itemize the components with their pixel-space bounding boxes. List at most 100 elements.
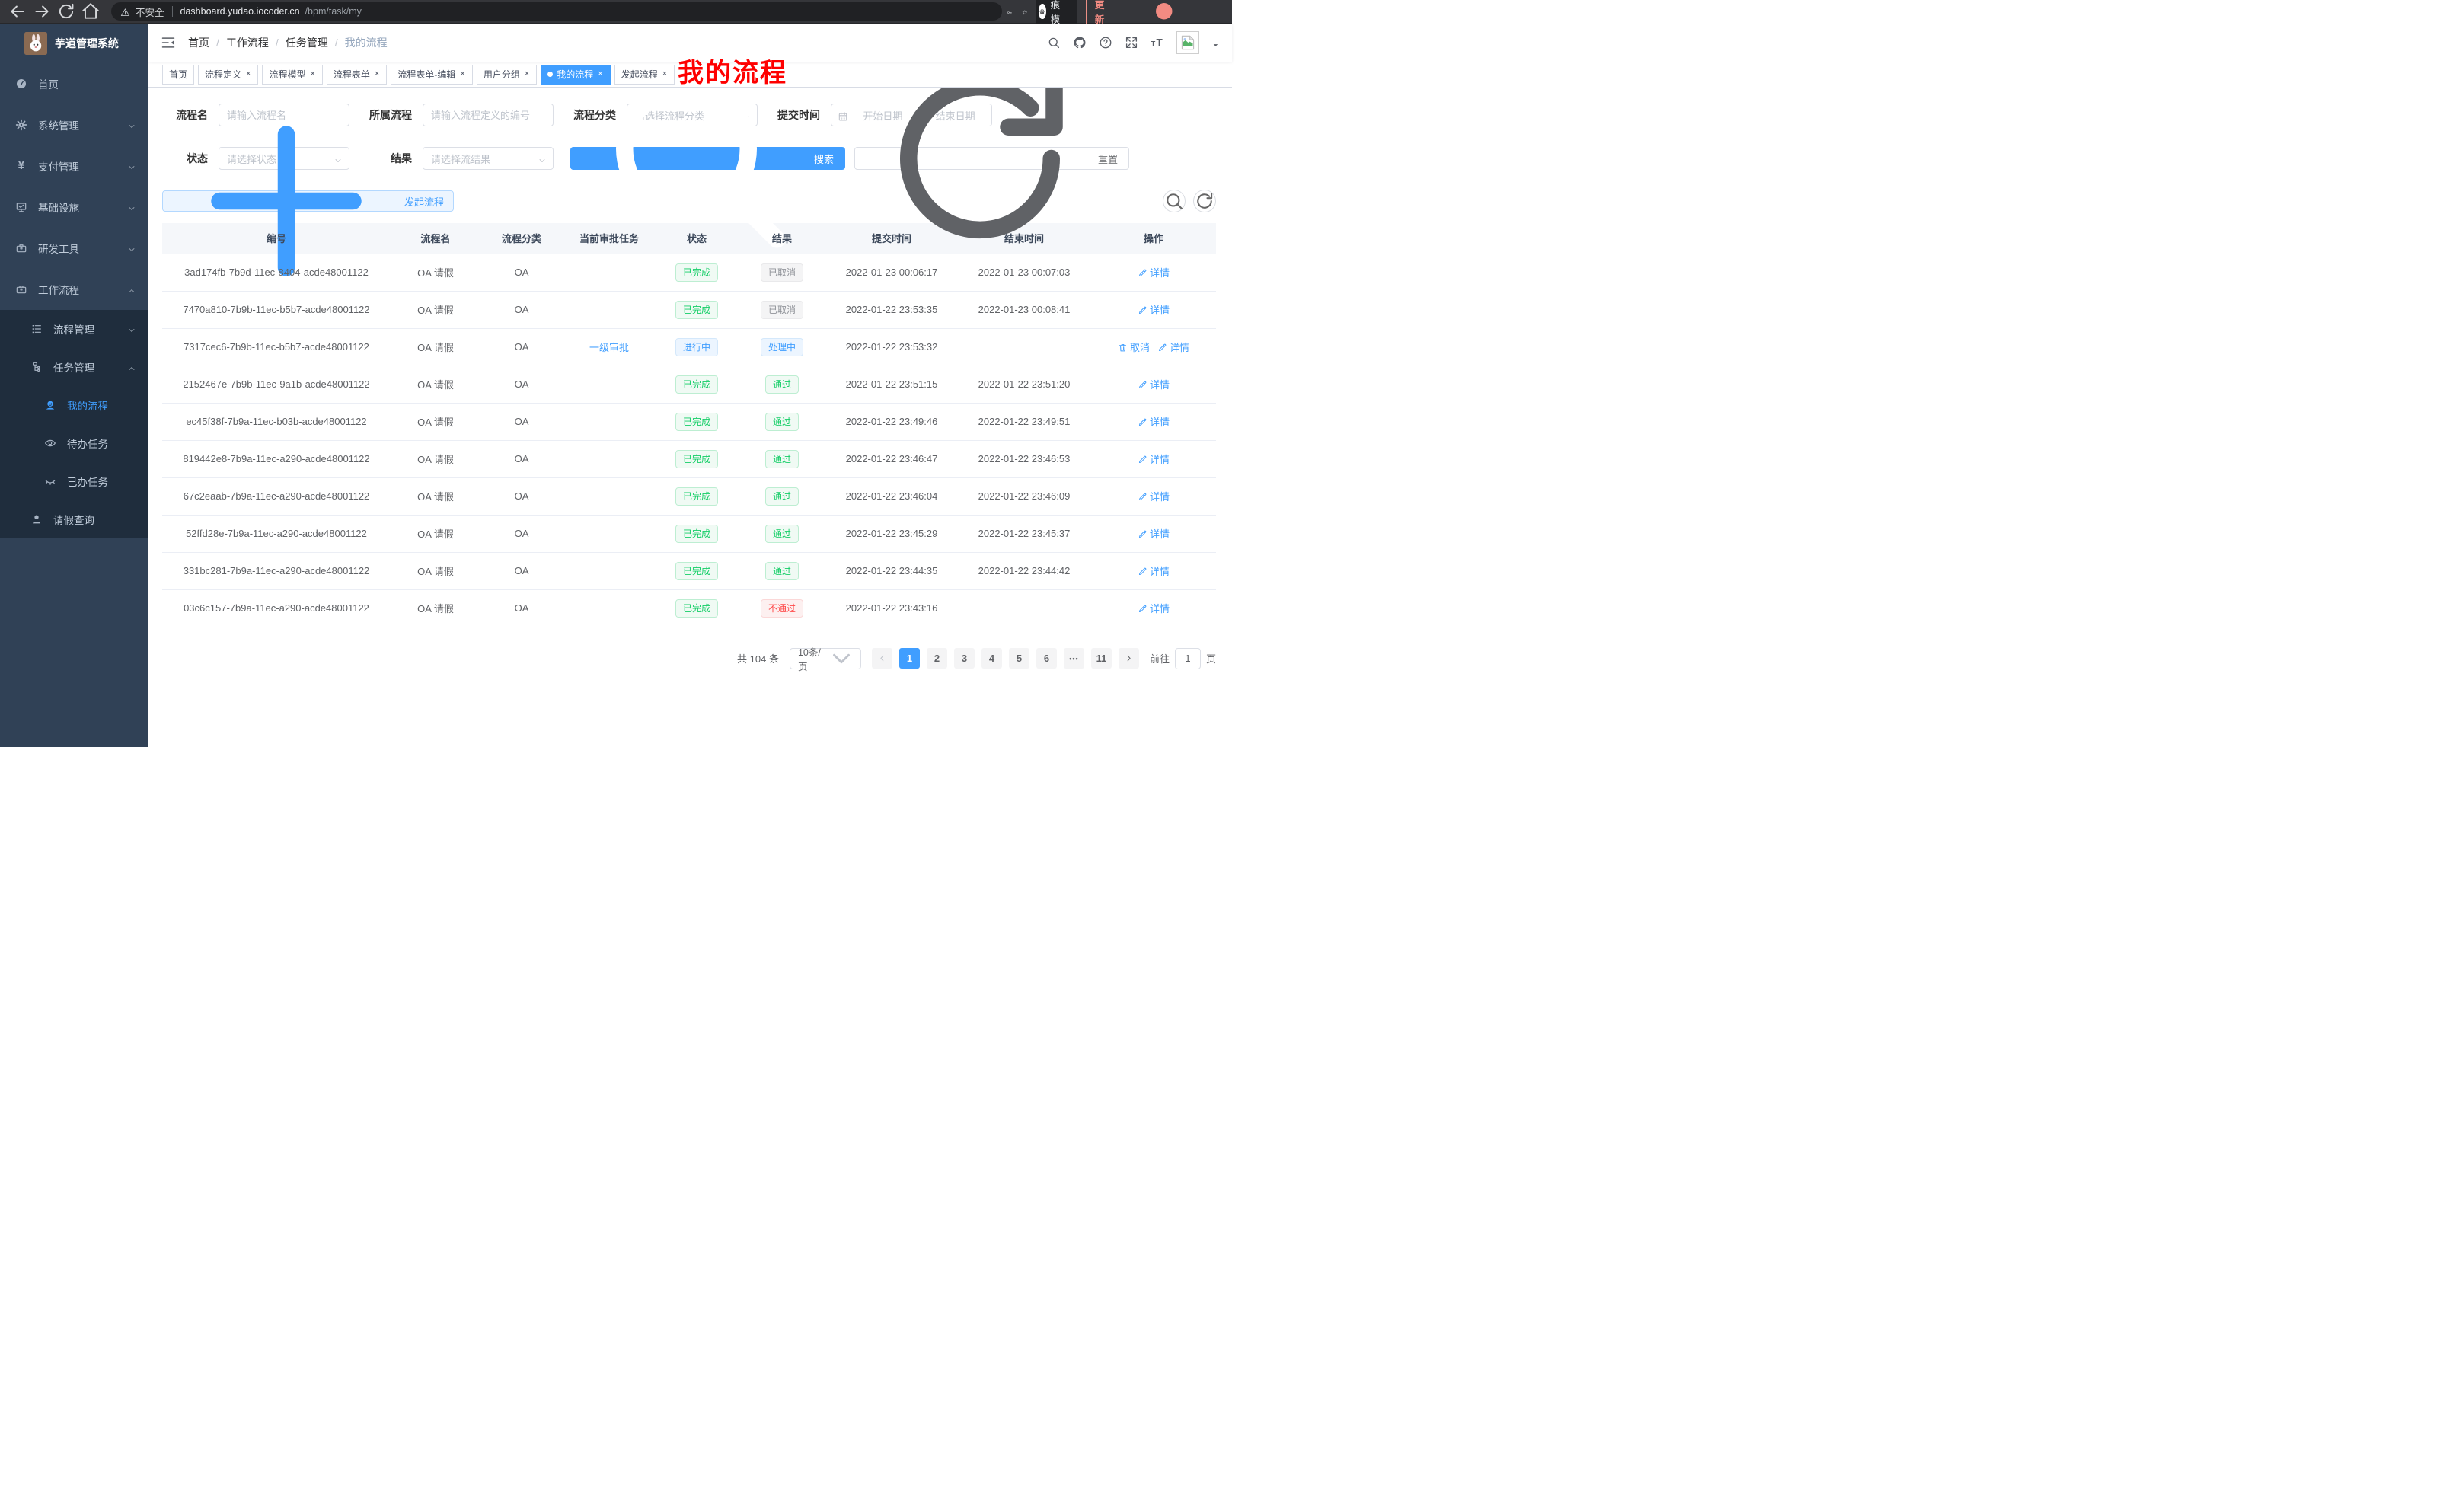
- prev-page-button[interactable]: [872, 648, 892, 669]
- detail-link[interactable]: 详情: [1138, 601, 1170, 615]
- sidebar-fold-icon[interactable]: [161, 35, 176, 50]
- reset-button[interactable]: 重置: [854, 147, 1129, 170]
- sidebar-item-home[interactable]: 首页: [0, 63, 148, 104]
- search-button[interactable]: 搜索: [570, 147, 845, 170]
- key-icon[interactable]: [1007, 6, 1013, 18]
- breadcrumb-item[interactable]: 工作流程: [226, 35, 269, 50]
- detail-link[interactable]: 详情: [1138, 489, 1170, 503]
- face-icon: [44, 399, 56, 411]
- page-button-1[interactable]: 1: [899, 648, 920, 669]
- cell-actions: 详情: [1091, 254, 1216, 291]
- browser-reload-button[interactable]: [56, 2, 76, 21]
- next-page-button[interactable]: [1119, 648, 1139, 669]
- app-title: 芋道管理系统: [55, 36, 119, 51]
- pager-ellipsis[interactable]: •••: [1064, 648, 1084, 669]
- detail-link[interactable]: 详情: [1138, 452, 1170, 466]
- result-select[interactable]: 请选择流结果: [423, 147, 554, 170]
- cell-end-time: 2022-01-22 23:51:20: [957, 366, 1091, 403]
- tab-start-process[interactable]: 发起流程×: [614, 65, 675, 85]
- cell-actions: 详情: [1091, 589, 1216, 627]
- header-search-icon[interactable]: [1047, 36, 1061, 49]
- detail-link[interactable]: 详情: [1138, 265, 1170, 279]
- sidebar-item-done-task[interactable]: 已办任务: [0, 462, 148, 500]
- current-task-link[interactable]: 一级审批: [589, 340, 629, 354]
- cell-process-name: OA 请假: [391, 328, 480, 366]
- page-button-4[interactable]: 4: [981, 648, 1002, 669]
- page-button-3[interactable]: 3: [954, 648, 975, 669]
- github-icon[interactable]: [1073, 36, 1087, 49]
- sidebar-item-payment[interactable]: ¥支付管理: [0, 145, 148, 187]
- cell-id: 03c6c157-7b9a-11ec-a290-acde48001122: [162, 589, 391, 627]
- cancel-link[interactable]: 取消: [1118, 340, 1150, 354]
- browser-home-button[interactable]: [81, 2, 101, 21]
- address-bar[interactable]: 不安全 dashboard.yudao.iocoder.cn/bpm/task/…: [111, 2, 1002, 21]
- detail-link[interactable]: 详情: [1138, 302, 1170, 317]
- start-process-button[interactable]: 发起流程: [162, 190, 454, 212]
- sidebar-item-dev-tools[interactable]: 研发工具: [0, 228, 148, 269]
- process-id-input[interactable]: [423, 104, 554, 126]
- tab-process-form-edit[interactable]: 流程表单-编辑×: [391, 65, 472, 85]
- tab-process-form[interactable]: 流程表单×: [327, 65, 387, 85]
- avatar[interactable]: [1176, 31, 1199, 54]
- bookmark-star-icon[interactable]: [1022, 6, 1028, 18]
- close-icon[interactable]: ×: [459, 70, 465, 78]
- tab-my-process[interactable]: 我的流程×: [541, 65, 610, 85]
- refresh-list-button[interactable]: [1193, 190, 1216, 212]
- tab-process-model[interactable]: 流程模型×: [262, 65, 322, 85]
- detail-link[interactable]: 详情: [1157, 340, 1189, 354]
- tab-home[interactable]: 首页: [162, 65, 194, 85]
- status-badge: 已完成: [675, 450, 718, 468]
- sidebar-item-infrastructure[interactable]: 基础设施: [0, 187, 148, 228]
- fullscreen-icon[interactable]: [1125, 36, 1138, 49]
- font-size-icon[interactable]: TT: [1151, 36, 1164, 49]
- avatar-caret-down-icon[interactable]: [1211, 39, 1220, 47]
- cell-actions: 详情: [1091, 477, 1216, 515]
- detail-link[interactable]: 详情: [1138, 377, 1170, 391]
- cell-submit-time: 2022-01-22 23:44:35: [826, 552, 957, 589]
- close-icon[interactable]: ×: [374, 70, 380, 78]
- sidebar-item-leave-query[interactable]: 请假查询: [0, 500, 148, 538]
- breadcrumb-separator: /: [216, 37, 219, 49]
- close-icon[interactable]: ×: [245, 70, 251, 78]
- cell-process-name: OA 请假: [391, 366, 480, 403]
- navbar: 首页/工作流程/任务管理/我的流程 TT: [148, 24, 1232, 62]
- help-question-icon[interactable]: [1099, 36, 1112, 49]
- sidebar-item-todo-task[interactable]: 待办任务: [0, 424, 148, 462]
- breadcrumb-item[interactable]: 首页: [188, 35, 209, 50]
- page-button-6[interactable]: 6: [1036, 648, 1057, 669]
- sidebar-item-workflow[interactable]: 工作流程: [0, 269, 148, 310]
- action-label: 详情: [1150, 302, 1170, 317]
- sidebar-item-label: 流程管理: [53, 321, 127, 337]
- sidebar-item-process-mgmt[interactable]: 流程管理: [0, 310, 148, 348]
- detail-link[interactable]: 详情: [1138, 563, 1170, 578]
- tab-user-group[interactable]: 用户分组×: [477, 65, 537, 85]
- detail-link[interactable]: 详情: [1138, 526, 1170, 541]
- breadcrumb-item[interactable]: 任务管理: [286, 35, 328, 50]
- page-button-5[interactable]: 5: [1009, 648, 1029, 669]
- jump-page-input[interactable]: [1175, 648, 1201, 669]
- result-badge: 已取消: [761, 301, 803, 319]
- detail-link[interactable]: 详情: [1138, 414, 1170, 429]
- page-size-select[interactable]: 10条/页: [790, 648, 861, 669]
- close-icon[interactable]: ×: [662, 70, 668, 78]
- action-label: 详情: [1150, 489, 1170, 503]
- close-icon[interactable]: ×: [524, 70, 530, 78]
- sidebar: 芋道管理系统 首页系统管理¥支付管理基础设施研发工具工作流程流程管理任务管理我的…: [0, 24, 148, 747]
- close-icon[interactable]: ×: [597, 70, 603, 78]
- app-logo-row[interactable]: 芋道管理系统: [0, 24, 148, 63]
- cell-process-name: OA 请假: [391, 403, 480, 440]
- chevron-up-icon: [127, 285, 136, 294]
- pager: 123456 ••• 11: [872, 648, 1139, 669]
- browser-back-button[interactable]: [8, 2, 27, 21]
- sidebar-item-system[interactable]: 系统管理: [0, 104, 148, 145]
- toggle-search-button[interactable]: [1163, 190, 1186, 212]
- sidebar-item-task-mgmt[interactable]: 任务管理: [0, 348, 148, 386]
- tab-process-definition[interactable]: 流程定义×: [198, 65, 258, 85]
- cell-actions: 详情: [1091, 291, 1216, 328]
- page-button-11[interactable]: 11: [1091, 648, 1112, 669]
- page-button-2[interactable]: 2: [927, 648, 947, 669]
- close-icon[interactable]: ×: [309, 70, 315, 78]
- sidebar-item-my-process[interactable]: 我的流程: [0, 386, 148, 424]
- browser-forward-button[interactable]: [32, 2, 52, 21]
- start-process-button-label: 发起流程: [404, 194, 444, 209]
